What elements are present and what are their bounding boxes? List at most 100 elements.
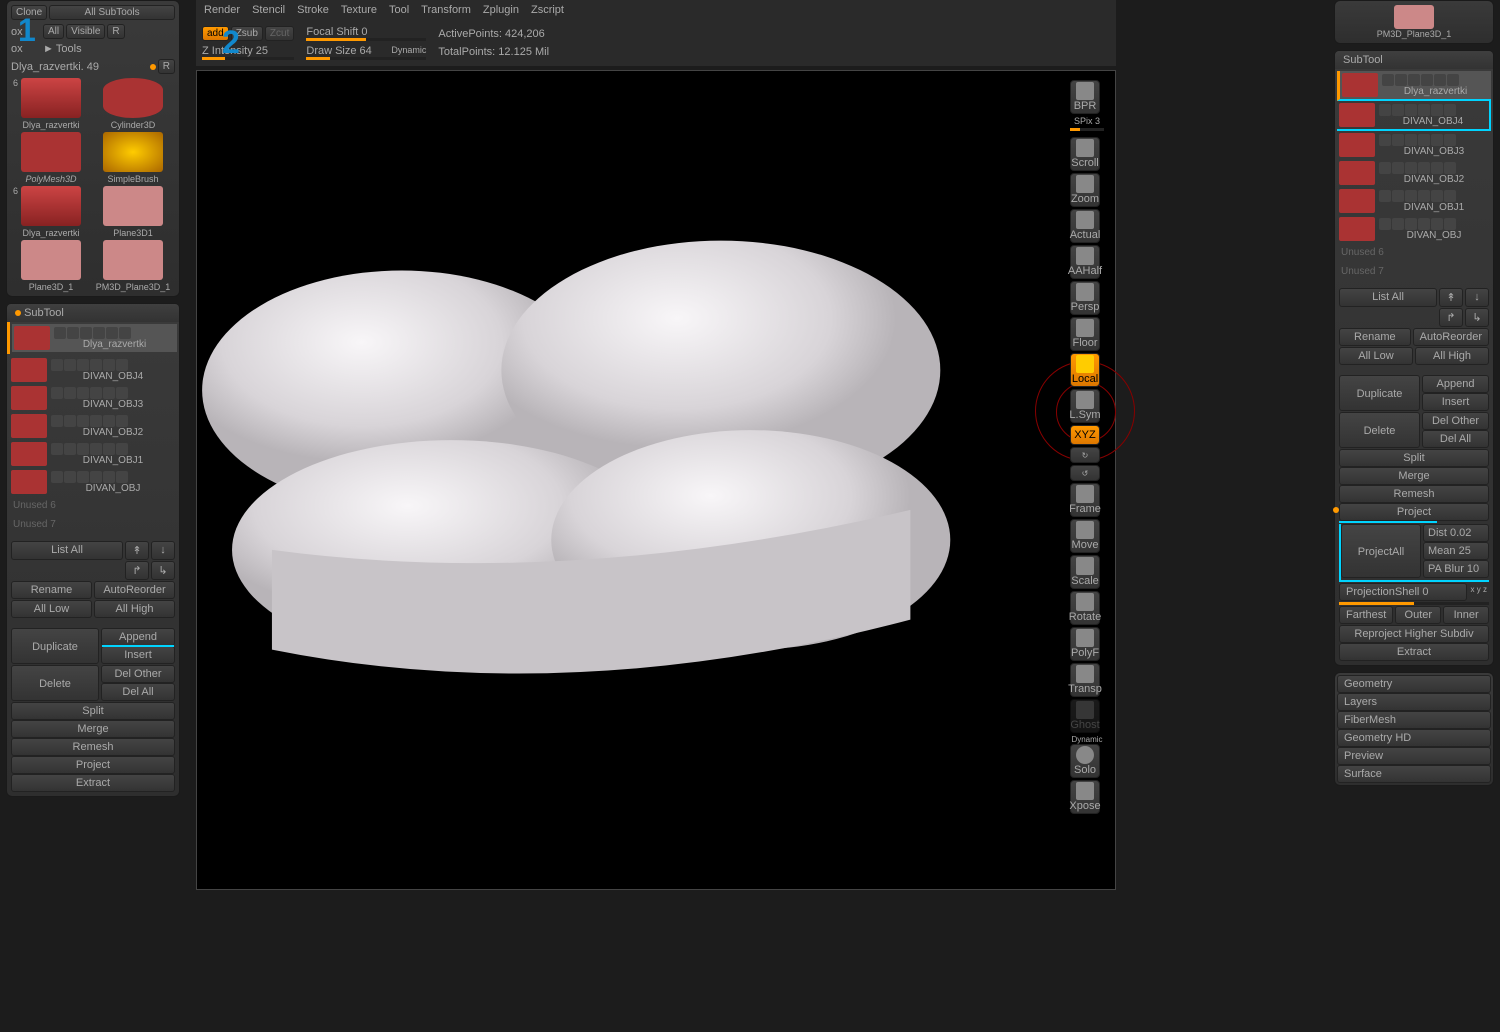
persp-button[interactable]: Persp [1070,281,1100,315]
insert-button[interactable]: Insert [101,646,175,664]
r-button-1[interactable]: R [107,24,124,39]
xpose-button[interactable]: Xpose [1070,780,1100,814]
farthest-button[interactable]: Farthest [1339,606,1393,624]
append-r[interactable]: Append [1422,375,1489,393]
all-high-r[interactable]: All High [1415,347,1489,365]
geometryhd-section[interactable]: Geometry HD [1337,729,1491,747]
r-button-2[interactable]: R [158,59,175,74]
arrow-right-button[interactable]: ↱ [125,561,149,580]
scroll-button[interactable]: Scroll [1070,137,1100,171]
remesh-r[interactable]: Remesh [1339,485,1489,503]
subtool-r-5[interactable]: DIVAN_OBJ [1337,215,1491,243]
subtool-item-2[interactable]: DIVAN_OBJ3 [9,384,177,412]
zoom-button[interactable]: Zoom [1070,173,1100,207]
xyz-button[interactable]: XYZ [1070,425,1100,445]
polyf-button[interactable]: PolyF [1070,627,1100,661]
visible-button[interactable]: Visible [66,24,105,39]
outer-button[interactable]: Outer [1395,606,1441,624]
solo-button[interactable]: Solo [1070,744,1100,778]
list-all-r[interactable]: List All [1339,288,1437,307]
delall-r[interactable]: Del All [1422,430,1489,448]
project-r[interactable]: Project [1339,503,1489,521]
all-subtools-button[interactable]: All SubTools [49,5,175,20]
bpr-button[interactable]: BPR [1070,80,1100,114]
autoreorder-button[interactable]: AutoReorder [94,581,175,599]
extract-r[interactable]: Extract [1339,643,1489,661]
tool-item-1[interactable]: Cylinder3D [93,78,173,130]
subtool-item-3[interactable]: DIVAN_OBJ2 [9,412,177,440]
rename-r[interactable]: Rename [1339,328,1411,346]
menu-stroke[interactable]: Stroke [297,4,329,16]
all-low-button[interactable]: All Low [11,600,92,618]
fibermesh-section[interactable]: FiberMesh [1337,711,1491,729]
split-button[interactable]: Split [11,702,175,720]
delete-r[interactable]: Delete [1339,412,1420,448]
down-r[interactable]: ↓ [1465,288,1489,307]
tool-thumb-right[interactable] [1394,5,1434,29]
rename-button[interactable]: Rename [11,581,92,599]
menu-zscript[interactable]: Zscript [531,4,564,16]
subtool-r-2[interactable]: DIVAN_OBJ3 [1337,131,1491,159]
menu-texture[interactable]: Texture [341,4,377,16]
all-high-button[interactable]: All High [94,600,175,618]
mean-slider[interactable]: Mean 25 [1423,542,1489,560]
tool-item-2[interactable]: PolyMesh3D [11,132,91,184]
subtool-item-0[interactable]: Dlya_razvertki [12,324,177,352]
remesh-button[interactable]: Remesh [11,738,175,756]
actual-button[interactable]: Actual [1070,209,1100,243]
extract-button[interactable]: Extract [11,774,175,792]
tool-item-4[interactable]: 6 Dlya_razvertki [11,186,91,238]
menu-tool[interactable]: Tool [389,4,409,16]
menu-zplugin[interactable]: Zplugin [483,4,519,16]
delother-r[interactable]: Del Other [1422,412,1489,430]
reproject-button[interactable]: Reproject Higher Subdiv [1339,625,1489,643]
tool-item-3[interactable]: SimpleBrush [93,132,173,184]
insert-r[interactable]: Insert [1422,393,1489,411]
zcut-button[interactable]: Zcut [265,26,294,41]
menu-render[interactable]: Render [204,4,240,16]
subtool-r-1[interactable]: DIVAN_OBJ4 [1337,101,1491,131]
list-all-button[interactable]: List All [11,541,123,560]
all-low-r[interactable]: All Low [1339,347,1413,365]
duplicate-button[interactable]: Duplicate [11,628,99,664]
draw-size-slider[interactable]: Draw Size 64 Dynamic [306,45,426,60]
subtool-item-4[interactable]: DIVAN_OBJ1 [9,440,177,468]
scale-button[interactable]: Scale [1070,555,1100,589]
project-button[interactable]: Project [11,756,175,774]
del-other-button[interactable]: Del Other [101,665,175,683]
subtool-r-0[interactable]: Dlya_razvertki [1337,71,1491,101]
up-r[interactable]: ↟ [1439,288,1463,307]
transp-button[interactable]: Transp [1070,663,1100,697]
spix-slider[interactable]: SPix 3 [1070,116,1104,126]
arrow-up-button[interactable]: ↟ [125,541,149,560]
projectall-button[interactable]: ProjectAll [1341,524,1421,578]
geometry-section[interactable]: Geometry [1337,675,1491,693]
z-intensity-slider[interactable]: Z Intensity 25 [202,45,294,60]
floor-button[interactable]: Floor [1070,317,1100,351]
projectionshell-slider[interactable]: ProjectionShell 0 [1339,583,1467,601]
subtool-item-5[interactable]: DIVAN_OBJ [9,468,177,496]
menu-transform[interactable]: Transform [421,4,471,16]
tool-item-6[interactable]: Plane3D_1 [11,240,91,292]
merge-r[interactable]: Merge [1339,467,1489,485]
delete-button[interactable]: Delete [11,665,99,701]
box-all-button[interactable]: All [43,24,64,39]
inner-button[interactable]: Inner [1443,606,1489,624]
rot-cw-button[interactable]: ↻ [1070,447,1100,463]
subtool-item-1[interactable]: DIVAN_OBJ4 [9,356,177,384]
subtool-r-4[interactable]: DIVAN_OBJ1 [1337,187,1491,215]
dist-slider[interactable]: Dist 0.02 [1423,524,1489,542]
preview-section[interactable]: Preview [1337,747,1491,765]
move-button[interactable]: Move [1070,519,1100,553]
lsym-button[interactable]: L.Sym [1070,389,1100,423]
frame-button[interactable]: Frame [1070,483,1100,517]
append-button[interactable]: Append [101,628,175,646]
duplicate-r[interactable]: Duplicate [1339,375,1420,411]
tool-item-7[interactable]: PM3D_Plane3D_1 [93,240,173,292]
tool-item-5[interactable]: Plane3D1 [93,186,173,238]
subtool-r-3[interactable]: DIVAN_OBJ2 [1337,159,1491,187]
rotate-button[interactable]: Rotate [1070,591,1100,625]
pablur-slider[interactable]: PA Blur 10 [1423,560,1489,578]
surface-section[interactable]: Surface [1337,765,1491,783]
tool-item-0[interactable]: 6 Dlya_razvertki [11,78,91,130]
